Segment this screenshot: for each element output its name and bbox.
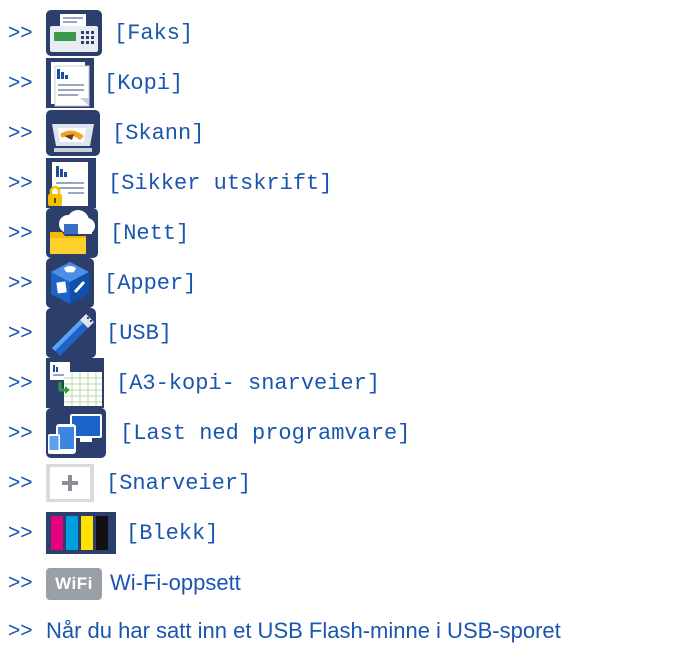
wifi-icon-text: WiFi — [55, 574, 93, 593]
item-label[interactable]: [Nett] — [110, 221, 189, 246]
arrow-marker: >> — [8, 121, 33, 144]
list-item-apper[interactable]: >> [Apper] — [0, 258, 674, 308]
item-label[interactable]: [Kopi] — [104, 71, 183, 96]
list-item-blekk[interactable]: >> [Blekk] — [0, 508, 674, 558]
apps-icon — [46, 258, 94, 308]
item-link[interactable]: Wi-Fi-oppsett — [110, 570, 241, 596]
a3-copy-shortcuts-icon — [46, 358, 104, 408]
web-icon — [46, 208, 98, 258]
arrow-marker: >> — [8, 171, 33, 194]
list-item-skann[interactable]: >> [Skann] — [0, 108, 674, 158]
secure-print-icon — [46, 158, 96, 208]
arrow-marker: >> — [8, 321, 33, 344]
usb-icon — [46, 308, 96, 358]
arrow-marker: >> — [8, 521, 33, 544]
list-item-usb-flash[interactable]: >> Når du har satt inn et USB Flash-minn… — [0, 606, 674, 656]
item-link[interactable]: Når du har satt inn et USB Flash-minne i… — [46, 618, 561, 644]
arrow-marker: >> — [8, 21, 33, 44]
list-item-nett[interactable]: >> [Nett] — [0, 208, 674, 258]
list-item-kopi[interactable]: >> [Kopi] — [0, 58, 674, 108]
arrow-marker: >> — [8, 619, 33, 642]
item-label[interactable]: [Sikker utskrift] — [108, 171, 332, 196]
arrow-marker: >> — [8, 571, 33, 594]
item-label[interactable]: [Snarveier] — [106, 471, 251, 496]
item-label[interactable]: [Blekk] — [126, 521, 218, 546]
list-item-faks[interactable]: >> [Faks] — [0, 8, 674, 58]
arrow-marker: >> — [8, 421, 33, 444]
arrow-marker: >> — [8, 271, 33, 294]
arrow-marker: >> — [8, 221, 33, 244]
download-software-icon — [46, 408, 106, 458]
arrow-marker: >> — [8, 471, 33, 494]
arrow-marker: >> — [8, 71, 33, 94]
item-label[interactable]: [Last ned programvare] — [120, 421, 410, 446]
ink-icon — [46, 512, 116, 554]
item-label[interactable]: [A3-kopi- snarveier] — [116, 371, 380, 396]
wifi-icon: WiFi — [46, 568, 102, 600]
copy-icon — [46, 58, 94, 108]
list-item-snarveier[interactable]: >> [Snarveier] — [0, 458, 674, 508]
shortcuts-plus-icon — [46, 464, 94, 502]
arrow-marker: >> — [8, 371, 33, 394]
list-item-a3-kopi-snarveier[interactable]: >> [A3-kopi- snarveier] — [0, 358, 674, 408]
fax-icon — [46, 10, 102, 56]
item-label[interactable]: [USB] — [106, 321, 172, 346]
list-item-last-ned-programvare[interactable]: >> [Last ned programvare] — [0, 408, 674, 458]
item-label[interactable]: [Faks] — [114, 21, 193, 46]
list-item-sikker-utskrift[interactable]: >> [Sikker utskrift] — [0, 158, 674, 208]
list-item-wifi-oppsett[interactable]: >> WiFi Wi-Fi-oppsett — [0, 558, 674, 608]
scanner-icon — [46, 110, 100, 156]
list-item-usb[interactable]: >> [USB] — [0, 308, 674, 358]
item-label[interactable]: [Skann] — [112, 121, 204, 146]
item-label[interactable]: [Apper] — [104, 271, 196, 296]
